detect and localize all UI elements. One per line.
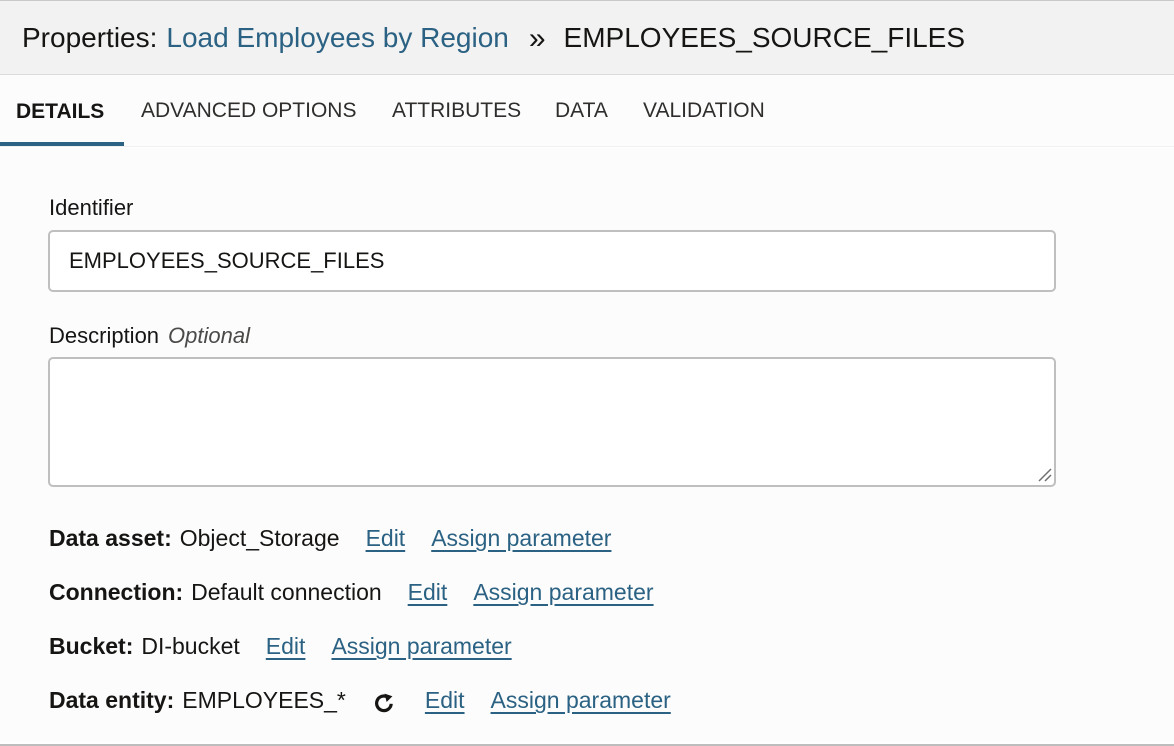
tab-bar: DETAILS ADVANCED OPTIONS ATTRIBUTES DATA… [0,75,1174,147]
property-value: Default connection [191,579,382,605]
tab-attributes[interactable]: ATTRIBUTES [392,99,521,123]
property-row-data-asset: Data asset: Object_Storage Edit Assign p… [49,525,611,552]
assign-parameter-connection-link[interactable]: Assign parameter [473,579,653,606]
breadcrumb-separator-icon: » [528,21,546,55]
header-prefix: Properties: [22,21,158,53]
assign-parameter-data-asset-link[interactable]: Assign parameter [431,525,611,552]
tab-validation[interactable]: VALIDATION [643,99,765,123]
description-label: Description Optional [49,323,250,349]
tab-data[interactable]: DATA [555,99,608,123]
description-label-text: Description [49,323,160,348]
details-content: Identifier Description Optional Data asse… [0,148,1174,742]
edit-data-asset-link[interactable]: Edit [366,525,406,552]
refresh-icon[interactable] [372,691,396,715]
breadcrumb-current: EMPLOYEES_SOURCE_FILES [563,21,966,53]
property-key: Data asset: [49,525,172,551]
description-textarea[interactable] [48,357,1056,487]
properties-header: Properties: Load Employees by Region » E… [0,1,1174,75]
property-row-data-entity: Data entity: EMPLOYEES_* Edit Assign par… [49,687,671,714]
breadcrumb-parent-link[interactable]: Load Employees by Region [166,22,508,54]
property-row-bucket: Bucket: DI-bucket Edit Assign parameter [49,633,512,660]
property-key: Connection: [49,579,184,605]
property-value: DI-bucket [141,633,240,659]
active-tab-indicator [0,142,124,146]
tab-advanced-options[interactable]: ADVANCED OPTIONS [141,99,356,123]
edit-bucket-link[interactable]: Edit [266,633,306,660]
property-value: Object_Storage [179,525,340,551]
resize-grip-icon[interactable] [1036,466,1052,482]
property-key: Data entity: [49,687,175,713]
assign-parameter-data-entity-link[interactable]: Assign parameter [491,687,671,714]
edit-connection-link[interactable]: Edit [408,579,448,606]
edit-data-entity-link[interactable]: Edit [425,687,465,714]
property-value: EMPLOYEES_* [182,687,346,713]
tab-details[interactable]: DETAILS [16,100,104,124]
property-key: Bucket: [49,633,134,659]
property-row-connection: Connection: Default connection Edit Assi… [49,579,654,606]
identifier-label: Identifier [49,195,134,220]
identifier-input[interactable] [48,230,1056,292]
description-optional-hint: Optional [168,323,250,348]
properties-panel: Properties: Load Employees by Region » E… [0,0,1174,746]
assign-parameter-bucket-link[interactable]: Assign parameter [331,633,511,660]
